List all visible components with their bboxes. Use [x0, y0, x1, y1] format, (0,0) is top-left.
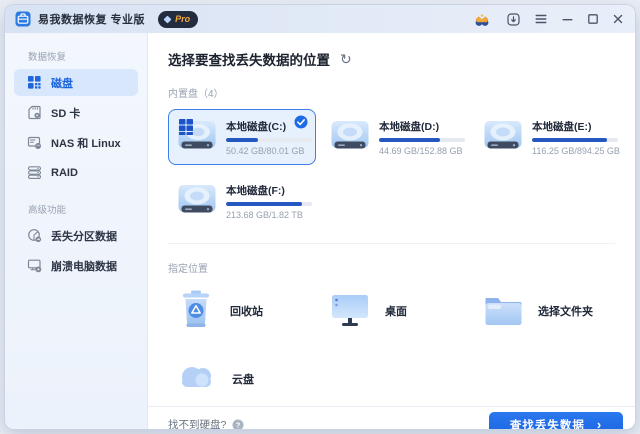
sidebar-item-nas-linux[interactable]: NAS 和 Linux — [14, 129, 138, 156]
sidebar-section-data-recovery-label: 数据恢复 — [28, 49, 147, 63]
sidebar-item-label: NAS 和 Linux — [51, 135, 121, 151]
app-window: 易我数据恢复 专业版 Pro — [5, 5, 635, 429]
disk-icon — [27, 75, 42, 90]
titlebar: 易我数据恢复 专业版 Pro — [5, 5, 635, 33]
usage-bar — [379, 138, 465, 142]
scan-button-label: 查找丢失数据 — [510, 417, 585, 430]
app-logo-icon — [15, 11, 31, 27]
pro-badge-label: Pro — [175, 14, 190, 24]
location-cloud-drive[interactable]: 云盘 — [168, 352, 316, 406]
cloud-icon — [176, 361, 218, 398]
svg-text:?: ? — [236, 420, 241, 429]
drive-card-c[interactable]: 本地磁盘(C:) 50.42 GB/80.01 GB — [168, 109, 316, 165]
location-label: 回收站 — [230, 303, 263, 319]
location-grid: 回收站 桌面 — [168, 284, 623, 406]
drive-name: 本地磁盘(E:) — [532, 119, 613, 134]
arrow-right-icon: › — [597, 418, 602, 429]
selected-check-icon — [294, 115, 308, 129]
folder-icon — [482, 289, 524, 334]
location-label: 桌面 — [385, 303, 407, 319]
diamond-icon — [164, 15, 172, 23]
drive-card-d[interactable]: 本地磁盘(D:) 44.69 GB/152.88 GB — [321, 109, 469, 165]
sidebar-item-label: 丢失分区数据 — [51, 228, 117, 244]
hard-drive-windows-icon — [177, 118, 217, 157]
location-recycle-bin[interactable]: 回收站 — [168, 284, 316, 338]
maximize-icon[interactable] — [588, 14, 598, 24]
main-panel: 选择要查找丢失数据的位置 ↻ 内置盘（4） — [148, 33, 635, 429]
lost-partition-icon — [27, 228, 42, 243]
drive-capacity: 50.42 GB/80.01 GB — [226, 146, 307, 156]
drive-name: 本地磁盘(D:) — [379, 119, 460, 134]
sidebar-section-advanced-label: 高级功能 — [28, 202, 147, 216]
sidebar-item-lost-partition[interactable]: 丢失分区数据 — [14, 222, 138, 249]
help-text: 找不到硬盘? — [168, 417, 226, 429]
desktop-icon — [329, 288, 371, 335]
refresh-icon[interactable]: ↻ — [340, 52, 352, 66]
section-divider — [168, 243, 615, 244]
sd-card-icon — [27, 105, 42, 120]
sidebar-item-crashed-pc[interactable]: 崩溃电脑数据 — [14, 252, 138, 279]
scan-button[interactable]: 查找丢失数据 › — [489, 412, 623, 429]
close-icon[interactable] — [613, 14, 623, 24]
drive-capacity: 44.69 GB/152.88 GB — [379, 146, 460, 156]
internal-drives-label: 内置盘（4） — [168, 85, 623, 100]
usage-bar — [532, 138, 618, 142]
help-icon[interactable]: ? — [232, 419, 244, 430]
sidebar-item-disk[interactable]: 磁盘 — [14, 69, 138, 96]
hard-drive-icon — [483, 118, 523, 157]
drive-capacity: 213.68 GB/1.82 TB — [226, 210, 307, 220]
usage-bar — [226, 202, 312, 206]
sidebar-item-label: 崩溃电脑数据 — [51, 258, 117, 274]
sidebar-item-label: 磁盘 — [51, 75, 73, 91]
menu-icon[interactable] — [535, 14, 547, 24]
location-desktop[interactable]: 桌面 — [321, 284, 469, 338]
nas-linux-icon — [27, 135, 42, 150]
sidebar-item-label: RAID — [51, 167, 78, 179]
minimize-icon[interactable] — [562, 14, 573, 24]
specified-locations-label: 指定位置 — [168, 260, 623, 275]
vip-crown-icon[interactable] — [472, 12, 492, 27]
drive-grid: 本地磁盘(C:) 50.42 GB/80.01 GB — [168, 109, 623, 229]
sidebar-item-label: SD 卡 — [51, 105, 80, 121]
drive-card-e[interactable]: 本地磁盘(E:) 116.25 GB/894.25 GB — [474, 109, 622, 165]
download-icon[interactable] — [507, 13, 520, 26]
hard-drive-icon — [330, 118, 370, 157]
page-title: 选择要查找丢失数据的位置 — [168, 49, 330, 69]
usage-bar — [226, 138, 312, 142]
location-label: 选择文件夹 — [538, 303, 593, 319]
drive-capacity: 116.25 GB/894.25 GB — [532, 146, 613, 156]
app-title: 易我数据恢复 专业版 — [38, 11, 145, 27]
recycle-bin-icon — [176, 288, 216, 335]
sidebar-item-sd-card[interactable]: SD 卡 — [14, 99, 138, 126]
sidebar: 数据恢复 磁盘 — [5, 33, 148, 429]
pro-badge: Pro — [158, 11, 198, 28]
raid-icon — [27, 165, 42, 180]
sidebar-item-raid[interactable]: RAID — [14, 159, 138, 186]
location-label: 云盘 — [232, 371, 254, 387]
location-select-folder[interactable]: 选择文件夹 — [474, 284, 622, 338]
hard-drive-icon — [177, 182, 217, 221]
drive-name: 本地磁盘(F:) — [226, 183, 307, 198]
footer-bar: 找不到硬盘? ? 查找丢失数据 › — [148, 406, 635, 429]
crashed-pc-icon — [27, 258, 42, 273]
drive-card-f[interactable]: 本地磁盘(F:) 213.68 GB/1.82 TB — [168, 173, 316, 229]
